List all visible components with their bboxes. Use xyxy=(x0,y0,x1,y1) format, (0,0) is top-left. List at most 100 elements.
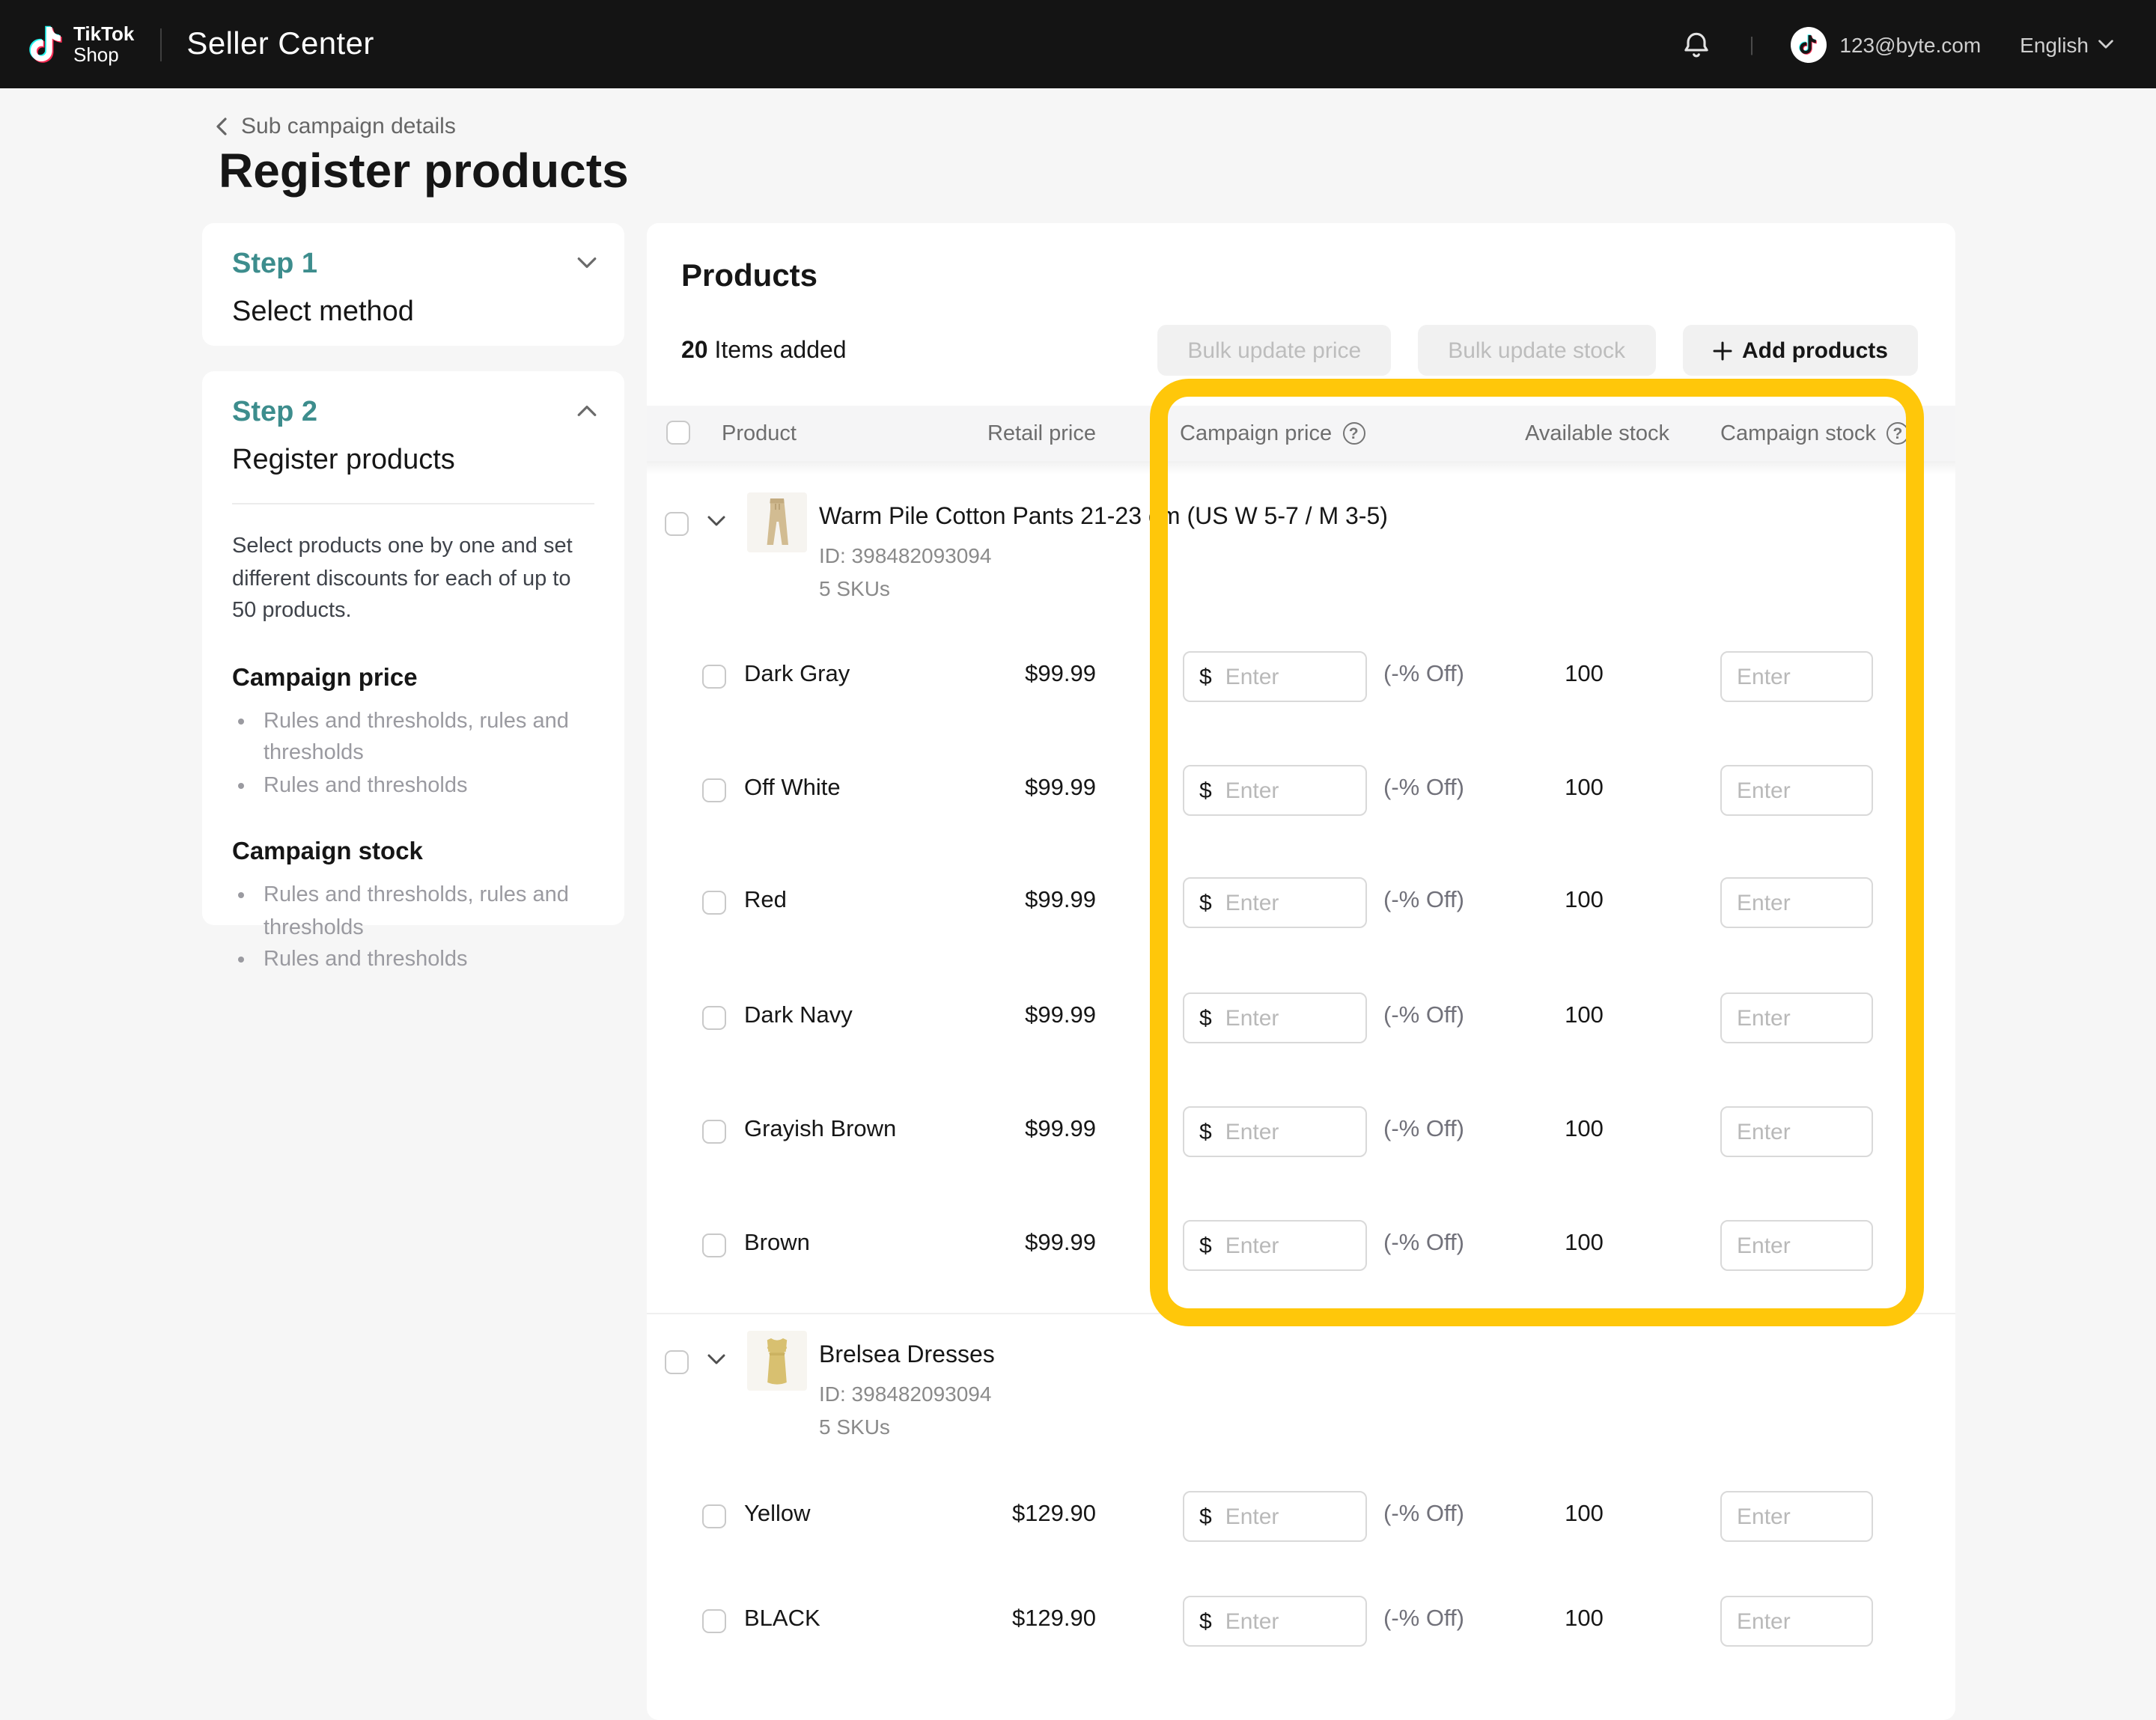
notification-bell-icon[interactable] xyxy=(1681,28,1714,61)
campaign-price-input[interactable] xyxy=(1222,662,1350,691)
sku-checkbox[interactable] xyxy=(702,891,726,915)
product-checkbox[interactable] xyxy=(665,1350,689,1374)
account-email[interactable]: 123@byte.com xyxy=(1839,32,1981,56)
product-id: ID: 398482093094 xyxy=(819,543,991,567)
step1-card: Step 1 Select method xyxy=(202,223,624,346)
currency-prefix: $ xyxy=(1199,778,1212,803)
page-title: Register products xyxy=(219,144,629,199)
retail-price: $129.90 xyxy=(961,1501,1096,1528)
campaign-stock-input[interactable] xyxy=(1720,1220,1873,1271)
plus-icon xyxy=(1712,341,1732,360)
campaign-price-input[interactable] xyxy=(1222,1502,1350,1531)
sku-checkbox[interactable] xyxy=(702,665,726,689)
product-image-pants xyxy=(747,492,807,552)
sku-checkbox[interactable] xyxy=(702,1006,726,1030)
campaign-price-field[interactable]: $ xyxy=(1183,1491,1367,1542)
campaign-price-field[interactable]: $ xyxy=(1183,1106,1367,1157)
chevron-down-icon[interactable] xyxy=(707,515,726,527)
sku-row: Red $99.99 $ (-% Off) 100 xyxy=(647,846,1955,960)
available-stock-value: 100 xyxy=(1515,888,1653,915)
campaign-stock-input[interactable] xyxy=(1720,765,1873,816)
sku-name: Brown xyxy=(744,1230,810,1257)
currency-prefix: $ xyxy=(1199,890,1212,915)
campaign-price-field[interactable]: $ xyxy=(1183,992,1367,1043)
chevron-down-icon[interactable] xyxy=(576,256,597,269)
sku-row: BLACK $129.90 $ (-% Off) 100 xyxy=(647,1564,1955,1678)
topbar-divider xyxy=(159,28,161,61)
campaign-price-input[interactable] xyxy=(1222,776,1350,805)
products-panel: Products 20 Items added Bulk update pric… xyxy=(647,223,1955,1720)
toolbar: Bulk update price Bulk update stock Add … xyxy=(1157,325,1918,376)
percent-off-label: (-% Off) xyxy=(1383,1606,1464,1633)
items-count: 20 xyxy=(681,338,708,364)
campaign-stock-heading: Campaign stock xyxy=(232,838,594,867)
bulk-update-price-button[interactable]: Bulk update price xyxy=(1157,325,1391,376)
step2-title: Register products xyxy=(232,442,594,481)
breadcrumb-back[interactable]: Sub campaign details xyxy=(216,114,456,139)
product-group-row: Brelsea Dresses ID: 398482093094 5 SKUs xyxy=(647,1316,1955,1466)
account-avatar[interactable] xyxy=(1790,26,1826,62)
chevron-down-icon[interactable] xyxy=(707,1353,726,1365)
retail-price: $99.99 xyxy=(961,1230,1096,1257)
sku-checkbox[interactable] xyxy=(702,1233,726,1257)
items-added: 20 Items added xyxy=(681,338,847,365)
campaign-price-bullets: Rules and thresholds, rules and threshol… xyxy=(232,706,594,802)
language-selector[interactable]: English xyxy=(2020,32,2114,56)
campaign-stock-input[interactable] xyxy=(1720,1491,1873,1542)
col-campaign-price: Campaign price ? xyxy=(1180,406,1365,461)
sku-name: BLACK xyxy=(744,1606,820,1633)
campaign-price-field[interactable]: $ xyxy=(1183,1220,1367,1271)
campaign-stock-input[interactable] xyxy=(1720,877,1873,928)
available-stock-value: 100 xyxy=(1515,1117,1653,1144)
campaign-price-field[interactable]: $ xyxy=(1183,877,1367,928)
help-icon[interactable]: ? xyxy=(1886,422,1909,445)
retail-price: $99.99 xyxy=(961,775,1096,802)
currency-prefix: $ xyxy=(1199,664,1212,689)
available-stock-value: 100 xyxy=(1515,1230,1653,1257)
topbar-separator: | xyxy=(1750,33,1755,55)
bullet-item: Rules and thresholds, rules and threshol… xyxy=(261,706,594,770)
campaign-stock-input[interactable] xyxy=(1720,992,1873,1043)
sku-checkbox[interactable] xyxy=(702,1120,726,1144)
campaign-price-input[interactable] xyxy=(1222,888,1350,917)
available-stock-value: 100 xyxy=(1515,1003,1653,1030)
sku-row: Dark Navy $99.99 $ (-% Off) 100 xyxy=(647,961,1955,1075)
sku-row: Off White $99.99 $ (-% Off) 100 xyxy=(647,734,1955,847)
percent-off-label: (-% Off) xyxy=(1383,888,1464,915)
bullet-item: Rules and thresholds, rules and threshol… xyxy=(261,880,594,945)
sku-checkbox[interactable] xyxy=(702,1609,726,1633)
top-bar: TikTok Shop Seller Center | xyxy=(0,0,2156,88)
campaign-price-input[interactable] xyxy=(1222,1117,1350,1146)
campaign-price-field[interactable]: $ xyxy=(1183,765,1367,816)
step2-card: Step 2 Register products Select products… xyxy=(202,371,624,925)
page: TikTok Shop Seller Center | xyxy=(0,0,2156,1626)
campaign-price-field[interactable]: $ xyxy=(1183,1596,1367,1647)
campaign-stock-input[interactable] xyxy=(1720,651,1873,702)
product-checkbox[interactable] xyxy=(665,512,689,536)
products-title: Products xyxy=(681,259,817,295)
items-label: Items added xyxy=(708,338,847,364)
available-stock-value: 100 xyxy=(1515,1606,1653,1633)
select-all-checkbox[interactable] xyxy=(666,421,690,445)
sku-checkbox[interactable] xyxy=(702,1504,726,1528)
add-products-label: Add products xyxy=(1742,338,1888,363)
chevron-up-icon[interactable] xyxy=(576,404,597,418)
campaign-stock-input[interactable] xyxy=(1720,1596,1873,1647)
bulk-update-stock-button[interactable]: Bulk update stock xyxy=(1418,325,1655,376)
campaign-price-input[interactable] xyxy=(1222,1004,1350,1032)
campaign-stock-input[interactable] xyxy=(1720,1106,1873,1157)
sku-name: Grayish Brown xyxy=(744,1117,896,1144)
add-products-button[interactable]: Add products xyxy=(1682,325,1918,376)
sku-checkbox[interactable] xyxy=(702,778,726,802)
currency-prefix: $ xyxy=(1199,1504,1212,1529)
currency-prefix: $ xyxy=(1199,1233,1212,1258)
campaign-price-input[interactable] xyxy=(1222,1607,1350,1635)
available-stock-value: 100 xyxy=(1515,775,1653,802)
product-id: ID: 398482093094 xyxy=(819,1382,991,1406)
campaign-price-input[interactable] xyxy=(1222,1231,1350,1260)
help-icon[interactable]: ? xyxy=(1342,422,1365,445)
percent-off-label: (-% Off) xyxy=(1383,1117,1464,1144)
product-name: Brelsea Dresses xyxy=(819,1343,995,1370)
breadcrumb-label: Sub campaign details xyxy=(241,114,456,139)
campaign-price-field[interactable]: $ xyxy=(1183,651,1367,702)
